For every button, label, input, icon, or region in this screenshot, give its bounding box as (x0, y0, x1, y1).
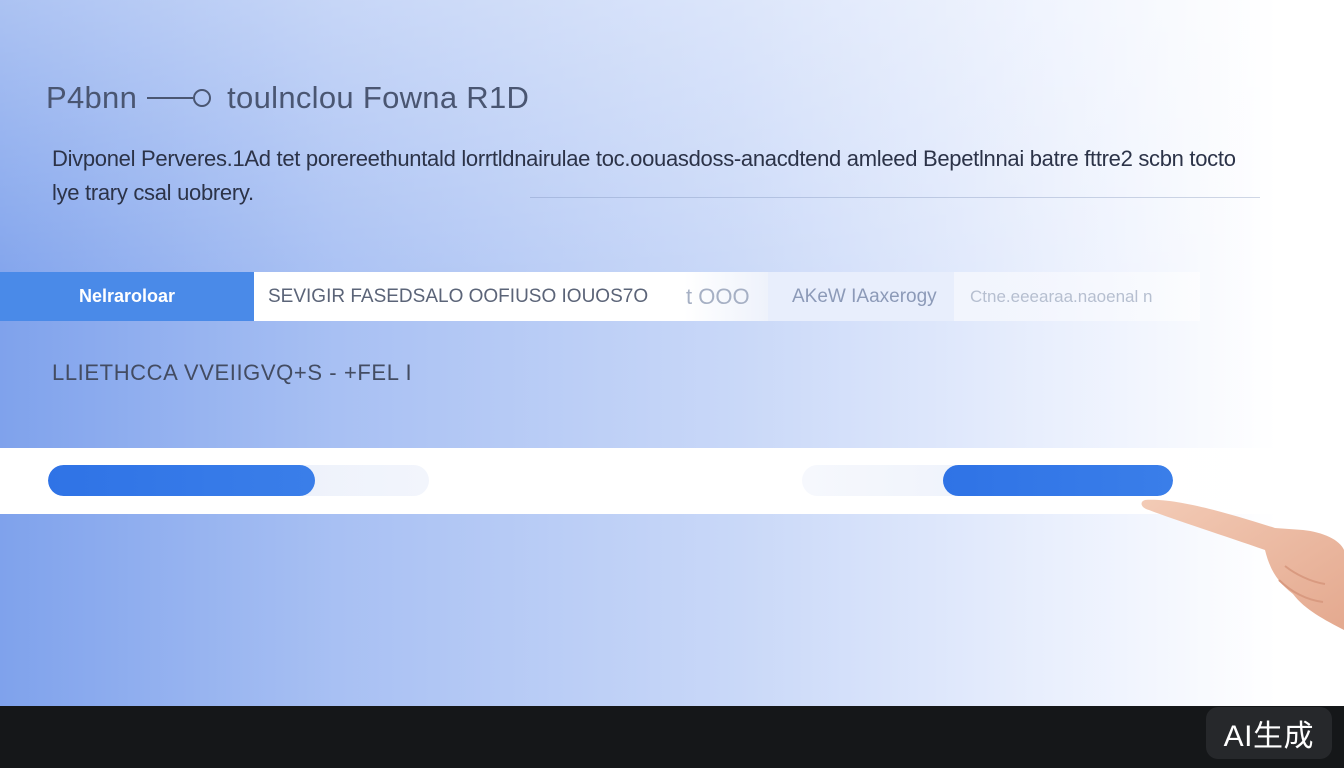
title-left-text: P4bnn (46, 80, 138, 115)
tab-more[interactable]: Ctne.eeearaa.naoenal n (954, 272, 1200, 321)
slider-fill-left (48, 465, 315, 496)
progress-slider-left[interactable] (48, 465, 429, 496)
tab-analytics[interactable]: AKeW IAaxerogy (768, 272, 954, 321)
app-stage: P4bnn toulnclou Fowna R1D Divponel Perve… (0, 0, 1344, 768)
link-connector-icon (147, 86, 213, 110)
tab-count[interactable]: t OOO (684, 272, 768, 321)
tab-services[interactable]: SEVIGIR FASEDSALO OOFIUSO IOUOS7O (254, 272, 684, 321)
bottom-bar (0, 706, 1344, 768)
divider (530, 197, 1260, 198)
pointing-hand-icon (1135, 470, 1344, 640)
progress-slider-right[interactable] (802, 465, 1173, 496)
ai-generated-badge: AI生成 (1205, 707, 1332, 759)
tab-bar: Nelraroloar SEVIGIR FASEDSALO OOFIUSO IO… (0, 272, 1200, 321)
section-heading: LLIETHCCA VVEIIGVQ+S - +FEL I (52, 360, 413, 385)
page-description: Divponel Perveres.1Ad tet porereethuntal… (52, 146, 1236, 205)
title-right-text: toulnclou Fowna R1D (227, 80, 530, 115)
page-title: P4bnn toulnclou Fowna R1D (46, 80, 529, 116)
tab-active[interactable]: Nelraroloar (0, 272, 254, 321)
